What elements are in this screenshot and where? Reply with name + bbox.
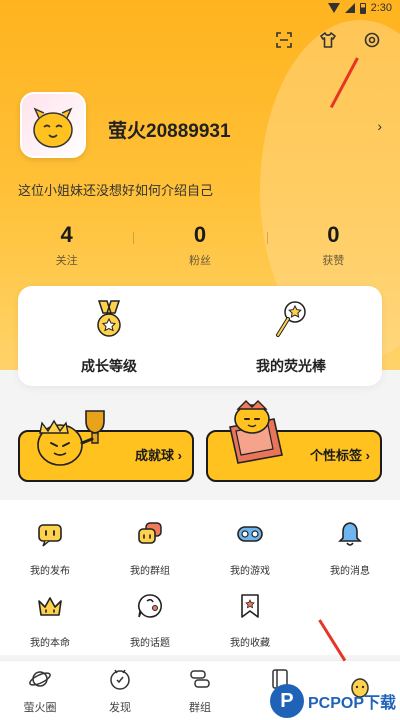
feature-card: 成长等级 我的荧光棒	[18, 286, 382, 386]
shortcut-label: 我的话题	[130, 638, 170, 649]
stat-followers[interactable]: 0 粉丝	[133, 222, 266, 268]
banner-row: 成就球 › 个性标签 ›	[18, 400, 382, 486]
bell-icon	[335, 519, 365, 554]
stat-label: 关注	[55, 255, 78, 267]
shortcut-label: 我的消息	[330, 566, 370, 577]
group-icon	[135, 519, 165, 554]
signal-icon	[344, 3, 355, 13]
stat-likes[interactable]: 0 获赞	[266, 222, 400, 268]
scan-icon[interactable]	[274, 30, 294, 50]
shortcut-panel: 我的发布 我的群组 我的游戏 我的消息 我的本命 我的话题 我的收藏	[0, 500, 400, 655]
shortcut-my-posts[interactable]: 我的发布	[0, 512, 100, 584]
shortcut-my-groups[interactable]: 我的群组	[100, 512, 200, 584]
tag-mascot-icon	[214, 397, 310, 478]
avatar[interactable]	[20, 92, 86, 158]
compass-icon	[108, 667, 132, 696]
shortcut-label: 我的群组	[130, 566, 170, 577]
stat-label: 粉丝	[188, 255, 211, 267]
status-bar: 2:30	[0, 0, 400, 18]
banner-label: 成就球 ›	[135, 448, 182, 463]
shortcut-my-favorite-idol[interactable]: 我的本命	[0, 584, 100, 656]
shortcut-label: 我的游戏	[230, 566, 270, 577]
profile-bio[interactable]: 这位小姐妹还没想好如何介绍自己	[18, 180, 213, 199]
tab-firefly-circle[interactable]: 萤火圈	[0, 661, 80, 720]
tab-label: 发现	[109, 701, 131, 714]
achievement-ball-banner[interactable]: 成就球 ›	[18, 406, 194, 486]
shortcut-my-topics[interactable]: 我的话题	[100, 584, 200, 656]
status-time: 2:30	[370, 2, 392, 14]
group-tab-icon	[188, 667, 212, 696]
bookmark-icon	[235, 591, 265, 626]
tab-label: 萤火圈	[23, 701, 57, 714]
topic-icon	[135, 591, 165, 626]
stat-value: 4	[60, 222, 73, 247]
feature-glow-stick[interactable]: 我的荧光棒	[200, 286, 382, 386]
shortcut-label: 我的收藏	[230, 638, 270, 649]
banner-label: 个性标签 ›	[310, 448, 370, 463]
feature-growth-level[interactable]: 成长等级	[18, 286, 200, 386]
stat-value: 0	[327, 222, 340, 247]
feature-label: 我的荧光棒	[256, 357, 326, 374]
shortcut-label: 我的发布	[30, 566, 70, 577]
watermark-logo: P	[269, 684, 304, 718]
tab-label: 群组	[189, 701, 211, 714]
feature-label: 成长等级	[81, 357, 137, 374]
battery-icon	[359, 2, 366, 14]
watermark-text: PCPOP下载	[307, 695, 396, 712]
glow-stick-icon	[269, 297, 313, 346]
post-icon	[35, 519, 65, 554]
settings-icon[interactable]	[362, 30, 382, 50]
game-icon	[235, 519, 265, 554]
personal-tag-banner[interactable]: 个性标签 ›	[206, 400, 382, 486]
wifi-icon	[327, 3, 340, 13]
stat-value: 0	[193, 222, 207, 247]
outfit-icon[interactable]	[318, 30, 338, 50]
stat-label: 获赞	[322, 255, 345, 267]
planet-icon	[28, 667, 52, 696]
shortcut-label: 我的本命	[30, 638, 70, 649]
nickname[interactable]: 萤火20889931	[108, 116, 231, 143]
trophy-mascot-icon	[26, 397, 122, 478]
watermark: P PCPOP下载	[269, 684, 396, 718]
tab-discover[interactable]: 发现	[80, 661, 160, 720]
chevron-right-icon[interactable]: ›	[377, 118, 382, 134]
shortcut-my-games[interactable]: 我的游戏	[200, 512, 300, 584]
medal-icon	[87, 297, 131, 346]
stat-following[interactable]: 4 关注	[0, 222, 133, 268]
stats-row: 4 关注 0 粉丝 0 获赞	[0, 222, 400, 268]
crown-icon	[35, 591, 65, 626]
tab-groups[interactable]: 群组	[160, 661, 240, 720]
shortcut-my-favorites[interactable]: 我的收藏	[200, 584, 300, 656]
shortcut-my-messages[interactable]: 我的消息	[300, 512, 400, 584]
